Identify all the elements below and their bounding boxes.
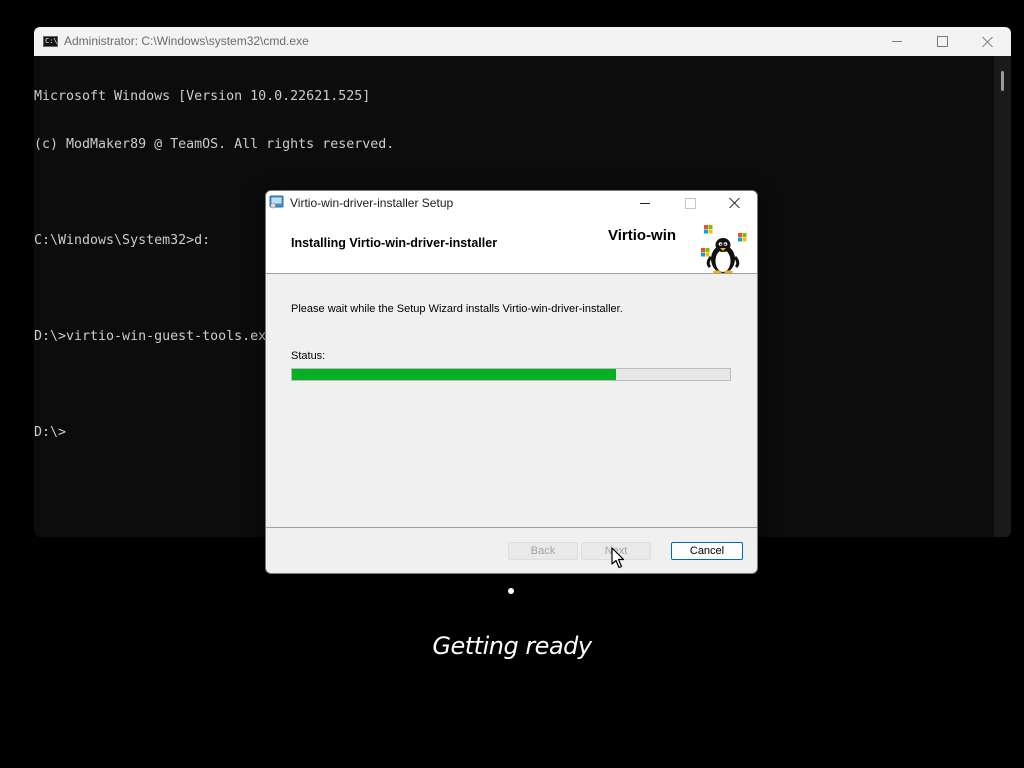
cancel-button[interactable]: Cancel — [671, 542, 743, 560]
console-line: Microsoft Windows [Version 10.0.22621.52… — [34, 89, 371, 104]
virtio-penguin-logo — [701, 225, 747, 273]
console-line: (c) ModMaker89 @ TeamOS. All rights rese… — [34, 137, 395, 152]
setup-close-button[interactable] — [712, 191, 757, 215]
setup-message: Please wait while the Setup Wizard insta… — [291, 303, 623, 315]
setup-heading: Installing Virtio-win-driver-installer — [291, 236, 498, 250]
cmd-scrollbar[interactable] — [994, 56, 1011, 537]
setup-window-title: Virtio-win-driver-installer Setup — [290, 196, 454, 210]
cmd-maximize-button[interactable] — [919, 27, 965, 56]
setup-titlebar[interactable]: Virtio-win-driver-installer Setup — [266, 191, 757, 215]
setup-dialog[interactable]: Virtio-win-driver-installer Setup Instal… — [265, 190, 758, 574]
cmd-window-title: Administrator: C:\Windows\system32\cmd.e… — [64, 34, 309, 48]
back-button[interactable]: Back — [508, 542, 578, 560]
install-progress-bar — [291, 368, 731, 381]
setup-minimize-button[interactable] — [622, 191, 668, 215]
setup-header-banner: Installing Virtio-win-driver-installer V… — [266, 215, 757, 274]
cmd-minimize-button[interactable] — [874, 27, 920, 56]
mouse-cursor-icon — [611, 547, 625, 569]
close-icon — [729, 197, 741, 209]
brand-name: Virtio-win — [608, 227, 677, 244]
cmd-titlebar[interactable]: C:\ Administrator: C:\Windows\system32\c… — [34, 27, 1011, 56]
loading-spinner-dot — [508, 588, 514, 594]
cmd-app-icon: C:\ — [43, 36, 58, 47]
windows-logo-icon — [738, 233, 747, 242]
minimize-icon — [892, 41, 902, 42]
close-icon — [982, 36, 994, 48]
footer-divider — [266, 527, 757, 528]
installer-icon — [269, 195, 284, 209]
windows-logo-icon — [701, 248, 710, 257]
windows-logo-icon — [704, 225, 713, 234]
maximize-icon — [936, 36, 948, 47]
boot-status-text: Getting ready — [432, 632, 592, 660]
setup-maximize-button — [667, 191, 713, 215]
minimize-icon — [640, 202, 650, 204]
status-label: Status: — [291, 350, 326, 362]
progress-fill — [292, 369, 617, 380]
desktop-screen: C:\ Administrator: C:\Windows\system32\c… — [0, 0, 1024, 768]
cmd-close-button[interactable] — [965, 27, 1011, 56]
scrollbar-thumb[interactable] — [1001, 71, 1004, 91]
maximize-icon — [684, 197, 696, 209]
